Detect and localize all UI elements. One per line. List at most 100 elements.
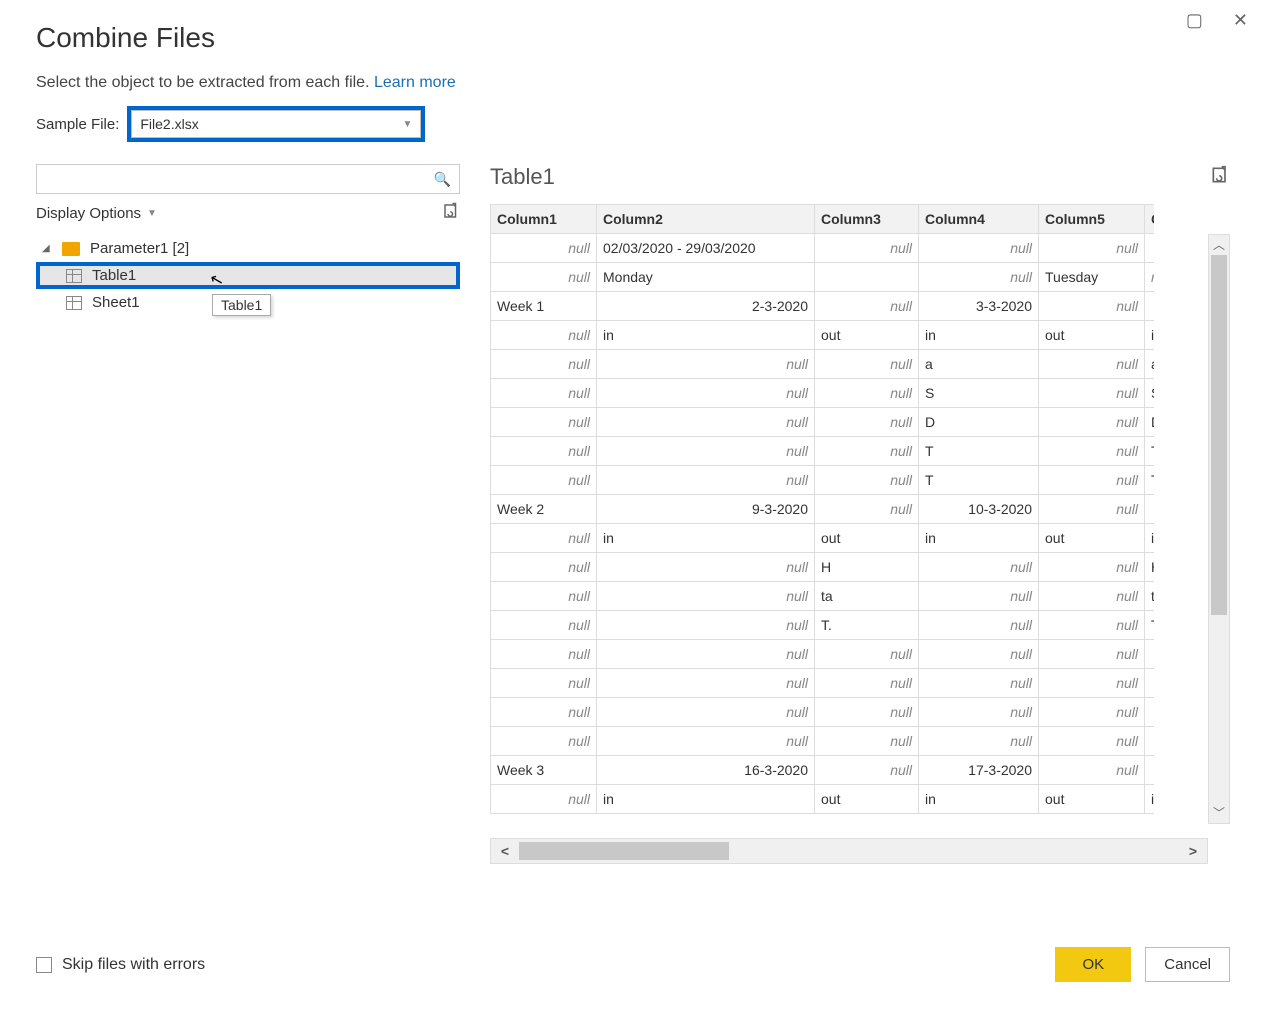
column-header[interactable]: Column4 bbox=[919, 205, 1039, 234]
column-header[interactable]: Colu bbox=[1145, 205, 1155, 234]
table-cell: null bbox=[919, 727, 1039, 756]
table-cell: null bbox=[597, 727, 815, 756]
sample-file-label: Sample File: bbox=[36, 116, 119, 133]
column-header[interactable]: Column2 bbox=[597, 205, 815, 234]
preview-table: Column1Column2Column3Column4Column5Colu … bbox=[490, 204, 1154, 814]
close-button[interactable]: ✕ bbox=[1227, 8, 1254, 33]
table-cell: null bbox=[1039, 466, 1145, 495]
table-cell: 3-3-2020 bbox=[919, 292, 1039, 321]
table-cell: in bbox=[597, 524, 815, 553]
learn-more-link[interactable]: Learn more bbox=[374, 74, 456, 91]
table-cell: null bbox=[919, 553, 1039, 582]
table-cell: null bbox=[1039, 582, 1145, 611]
table-row: nullinoutinouti bbox=[491, 321, 1155, 350]
ok-button[interactable]: OK bbox=[1055, 947, 1131, 982]
table-cell: S bbox=[1145, 379, 1155, 408]
table-cell: null bbox=[815, 756, 919, 785]
table-cell: in bbox=[597, 785, 815, 814]
table-cell bbox=[1145, 292, 1155, 321]
table-cell: 10-3-2020 bbox=[919, 495, 1039, 524]
preview-table-container: Column1Column2Column3Column4Column5Colu … bbox=[490, 204, 1230, 864]
vertical-scrollbar[interactable]: ︿ ﹀ bbox=[1208, 234, 1230, 824]
navigator-search-box[interactable]: 🔍 bbox=[36, 164, 460, 194]
table-cell: Week 2 bbox=[491, 495, 597, 524]
table-cell: null bbox=[815, 350, 919, 379]
table-cell: T. bbox=[815, 611, 919, 640]
table-cell: S bbox=[919, 379, 1039, 408]
table-cell: null bbox=[1039, 727, 1145, 756]
display-options-label: Display Options bbox=[36, 205, 141, 222]
tooltip: Table1 bbox=[212, 294, 271, 316]
table-cell: null bbox=[491, 727, 597, 756]
horizontal-scrollbar[interactable]: < > bbox=[490, 838, 1208, 864]
table-cell: in bbox=[919, 785, 1039, 814]
scroll-right-icon[interactable]: > bbox=[1179, 843, 1207, 859]
preview-refresh-icon[interactable] bbox=[1210, 165, 1230, 190]
table-cell: null bbox=[1039, 640, 1145, 669]
table-cell: null bbox=[1039, 553, 1145, 582]
search-input[interactable] bbox=[45, 170, 434, 188]
table-icon bbox=[66, 269, 82, 283]
table-cell: null bbox=[815, 495, 919, 524]
table-cell: null bbox=[491, 350, 597, 379]
table-cell: 17-3-2020 bbox=[919, 756, 1039, 785]
table-cell bbox=[1145, 756, 1155, 785]
table-cell: null bbox=[919, 234, 1039, 263]
tree-folder-root[interactable]: ◢ Parameter1 [2] bbox=[36, 235, 460, 262]
table-cell: 16-3-2020 bbox=[597, 756, 815, 785]
table-cell bbox=[1145, 495, 1155, 524]
table-cell: null bbox=[815, 727, 919, 756]
table-cell: in bbox=[919, 524, 1039, 553]
table-cell: Week 3 bbox=[491, 756, 597, 785]
table-row: Week 29-3-2020null10-3-2020null bbox=[491, 495, 1155, 524]
table-cell: null bbox=[815, 640, 919, 669]
table-cell: 2-3-2020 bbox=[597, 292, 815, 321]
table-cell: null bbox=[1039, 234, 1145, 263]
chevron-down-icon: ▼ bbox=[147, 208, 157, 219]
table-cell: null bbox=[491, 582, 597, 611]
table-cell: null bbox=[1039, 292, 1145, 321]
table-cell: null bbox=[597, 582, 815, 611]
table-row: nullnullnullnullnull bbox=[491, 698, 1155, 727]
table-cell: a bbox=[919, 350, 1039, 379]
cancel-button[interactable]: Cancel bbox=[1145, 947, 1230, 982]
scroll-left-icon[interactable]: < bbox=[491, 843, 519, 859]
table-row: nullnullHnullnullH bbox=[491, 553, 1155, 582]
table-row: nullnullnullTnullT bbox=[491, 466, 1155, 495]
table-cell: null bbox=[1039, 408, 1145, 437]
tree-item-label: Sheet1 bbox=[92, 294, 140, 311]
maximize-button[interactable]: ▢ bbox=[1180, 8, 1209, 33]
scroll-up-icon[interactable]: ︿ bbox=[1209, 235, 1229, 255]
sample-file-dropdown[interactable]: File2.xlsx ▼ bbox=[131, 110, 421, 138]
table-cell: null bbox=[1039, 611, 1145, 640]
table-cell: null bbox=[815, 379, 919, 408]
table-cell: t bbox=[1145, 582, 1155, 611]
collapse-icon[interactable]: ◢ bbox=[42, 243, 52, 254]
table-cell: null bbox=[491, 437, 597, 466]
table-cell: null bbox=[491, 263, 597, 292]
table-cell: out bbox=[815, 321, 919, 350]
hscroll-thumb[interactable] bbox=[519, 842, 729, 860]
navigator-refresh-icon[interactable] bbox=[442, 202, 460, 225]
table-cell: null bbox=[597, 408, 815, 437]
skip-errors-label: Skip files with errors bbox=[62, 956, 205, 974]
table-cell: T bbox=[1145, 466, 1155, 495]
scroll-thumb[interactable] bbox=[1211, 255, 1227, 615]
table-cell: H bbox=[815, 553, 919, 582]
tree-item-table1[interactable]: Table1 ↖ Table1 bbox=[36, 262, 460, 289]
table-cell: null bbox=[597, 698, 815, 727]
table-cell: null bbox=[491, 408, 597, 437]
table-cell: null bbox=[491, 611, 597, 640]
sample-file-dropdown-highlight: File2.xlsx ▼ bbox=[127, 106, 425, 142]
skip-errors-checkbox[interactable] bbox=[36, 957, 52, 973]
table-cell: i bbox=[1145, 321, 1155, 350]
scroll-down-icon[interactable]: ﹀ bbox=[1209, 803, 1229, 823]
column-header[interactable]: Column3 bbox=[815, 205, 919, 234]
table-cell: null bbox=[597, 350, 815, 379]
table-cell: null bbox=[919, 611, 1039, 640]
column-header[interactable]: Column1 bbox=[491, 205, 597, 234]
column-header[interactable]: Column5 bbox=[1039, 205, 1145, 234]
table-cell bbox=[1145, 640, 1155, 669]
display-options-dropdown[interactable]: Display Options ▼ bbox=[36, 205, 157, 222]
table-cell: null bbox=[491, 553, 597, 582]
